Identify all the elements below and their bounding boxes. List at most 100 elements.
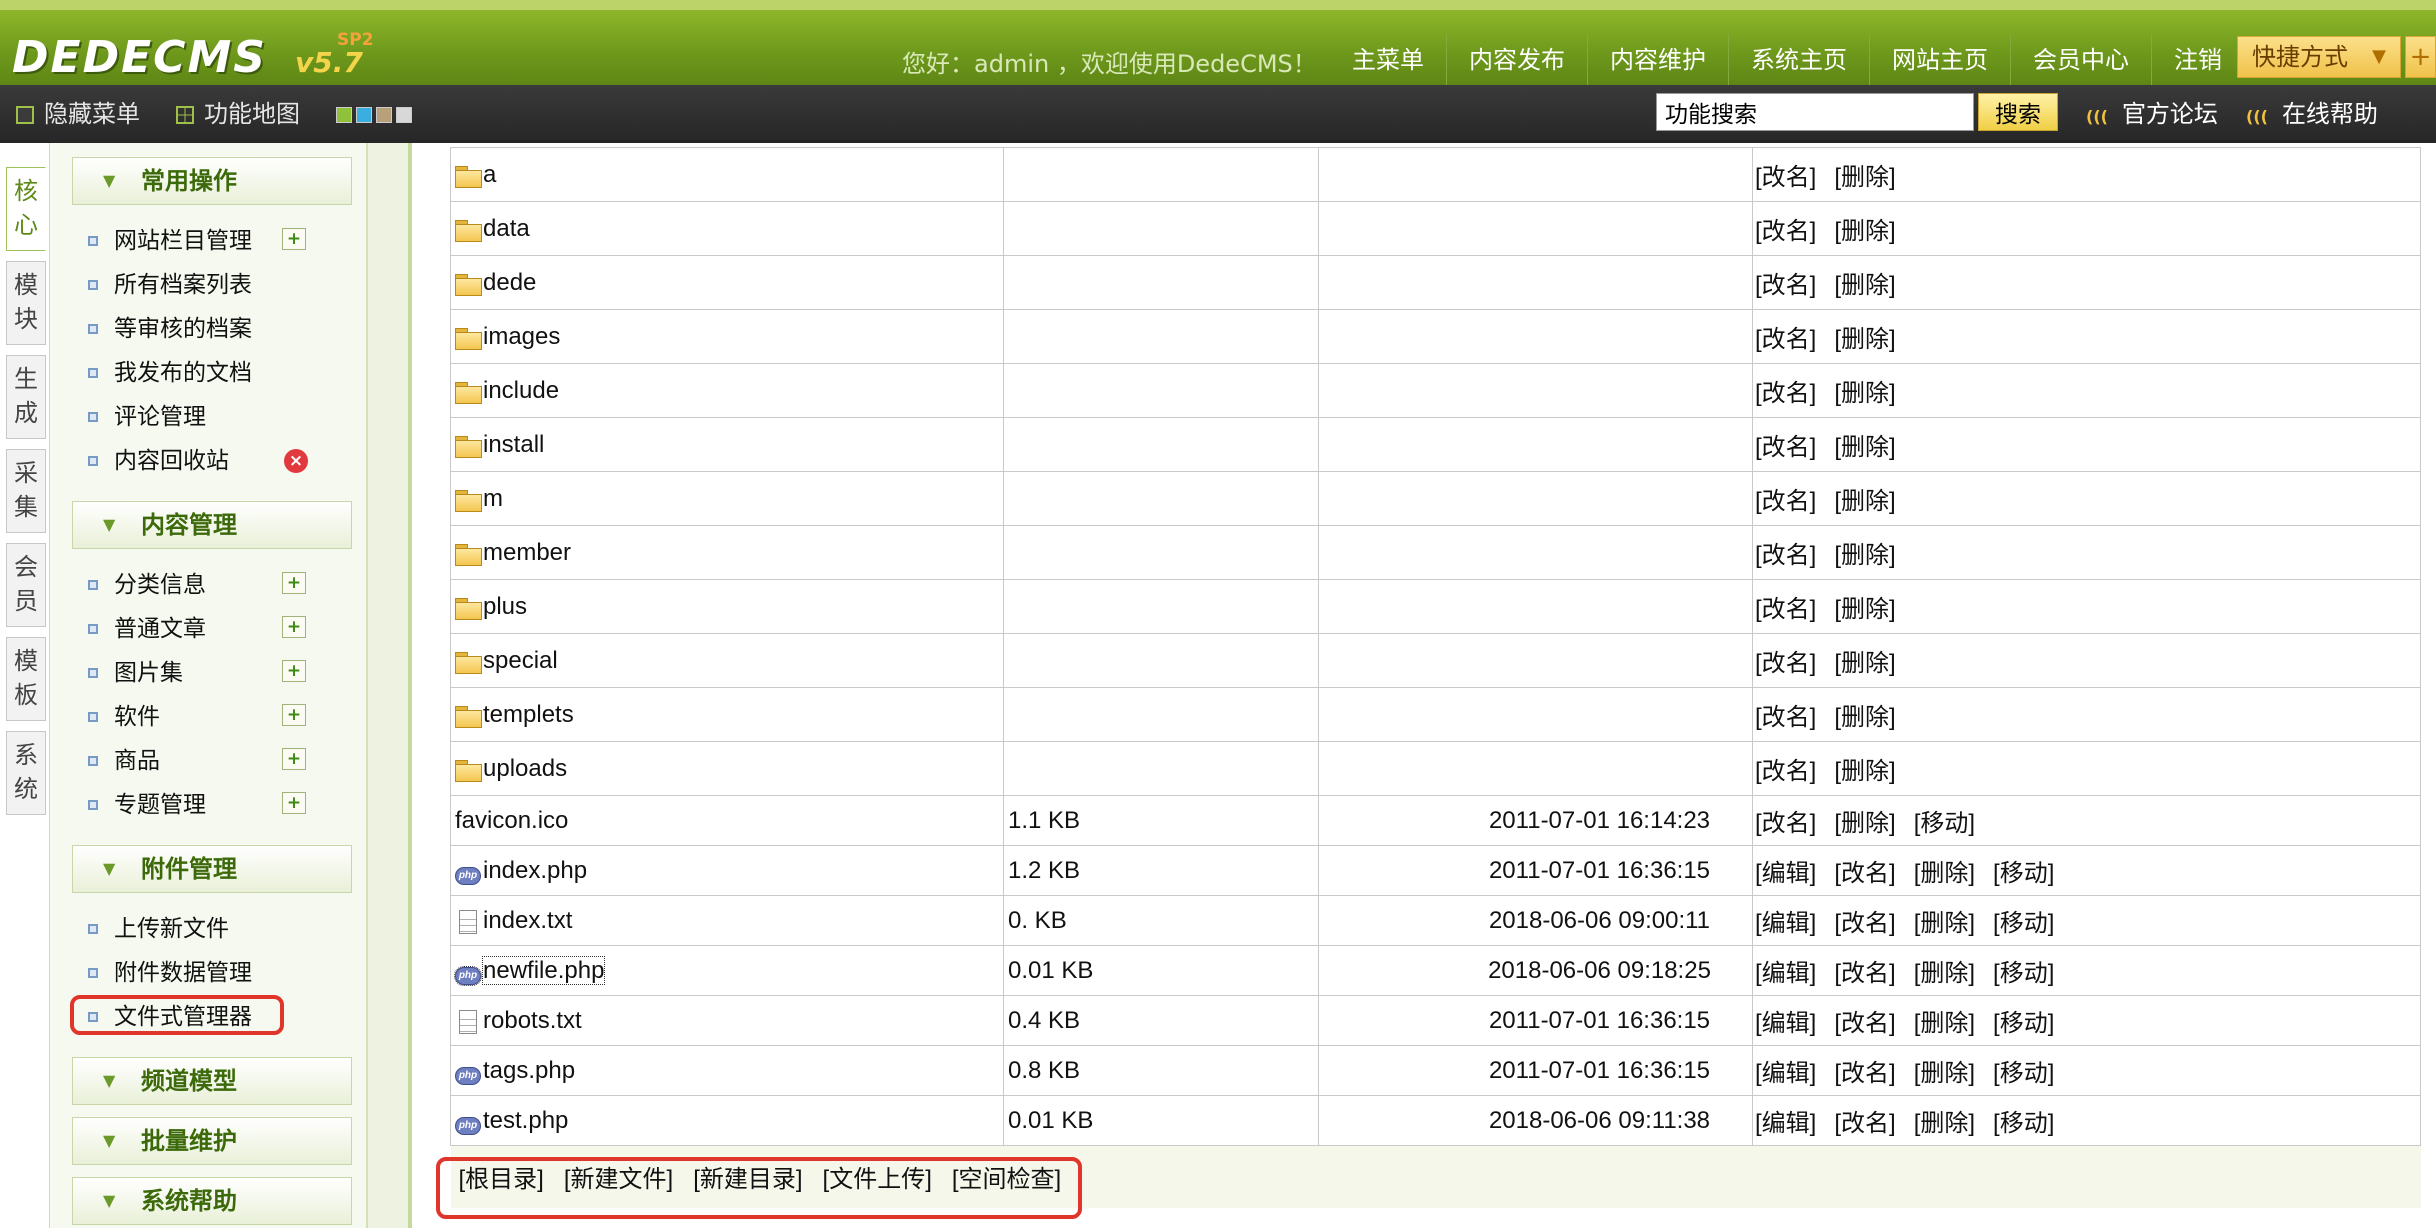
menu-item[interactable]: 普通文章 + <box>88 611 306 647</box>
menu-item[interactable]: 所有档案列表 <box>88 267 252 303</box>
row-action-link[interactable]: [改名] <box>1755 326 1816 353</box>
skin-swatch[interactable] <box>376 107 392 123</box>
module-tab[interactable]: 模块 <box>6 261 46 345</box>
search-input[interactable] <box>1656 93 1974 131</box>
row-action-link[interactable]: [移动] <box>1993 910 2054 937</box>
row-action-link[interactable]: [删除] <box>1834 488 1895 515</box>
module-tab[interactable]: 核心 <box>6 167 46 251</box>
menu-group-header[interactable]: ▼ 系统帮助 <box>72 1177 352 1225</box>
row-action-link[interactable]: [改名] <box>1755 810 1816 837</box>
delete-icon[interactable]: × <box>284 449 308 473</box>
row-action-link[interactable]: [改名] <box>1755 434 1816 461</box>
add-icon[interactable]: + <box>282 572 306 594</box>
row-action-link[interactable]: [编辑] <box>1755 1110 1816 1137</box>
top-nav-item[interactable]: 系统主页 <box>1728 34 1869 86</box>
skin-swatch[interactable] <box>336 107 352 123</box>
quick-add-button[interactable]: + <box>2405 36 2436 78</box>
folder-link[interactable]: include <box>483 377 559 404</box>
row-action-link[interactable]: [改名] <box>1834 1060 1895 1087</box>
add-icon[interactable]: + <box>282 792 306 814</box>
forum-link[interactable]: (((官方论坛 <box>2086 85 2218 143</box>
module-tab[interactable]: 系统 <box>6 731 46 815</box>
row-action-link[interactable]: [改名] <box>1834 860 1895 887</box>
row-action-link[interactable]: [改名] <box>1834 1010 1895 1037</box>
row-action-link[interactable]: [删除] <box>1834 326 1895 353</box>
file-link[interactable]: tags.php <box>483 1057 575 1084</box>
row-action-link[interactable]: [改名] <box>1834 960 1895 987</box>
folder-link[interactable]: templets <box>483 701 574 728</box>
menu-group-header[interactable]: ▼ 批量维护 <box>72 1117 352 1165</box>
menu-group-header[interactable]: ▼ 频道模型 <box>72 1057 352 1105</box>
add-icon[interactable]: + <box>282 228 306 250</box>
folder-link[interactable]: a <box>483 161 496 188</box>
top-nav-item[interactable]: 会员中心 <box>2010 34 2151 86</box>
row-action-link[interactable]: [删除] <box>1834 542 1895 569</box>
file-link[interactable]: test.php <box>483 1107 568 1134</box>
row-action-link[interactable]: [改名] <box>1755 650 1816 677</box>
row-action-link[interactable]: [删除] <box>1914 960 1975 987</box>
menu-item[interactable]: 等审核的档案 <box>88 311 252 347</box>
row-action-link[interactable]: [编辑] <box>1755 860 1816 887</box>
row-action-link[interactable]: [删除] <box>1834 650 1895 677</box>
folder-link[interactable]: install <box>483 431 544 458</box>
menu-item[interactable]: 软件 + <box>88 699 306 735</box>
row-action-link[interactable]: [改名] <box>1755 218 1816 245</box>
module-tab[interactable]: 生成 <box>6 355 46 439</box>
top-nav-item[interactable]: 主菜单 <box>1330 34 1446 86</box>
row-action-link[interactable]: [移动] <box>1993 1060 2054 1087</box>
file-link[interactable]: index.php <box>483 857 587 884</box>
row-action-link[interactable]: [删除] <box>1834 596 1895 623</box>
quick-menu-button[interactable]: 快捷方式 ▼ <box>2237 36 2401 78</box>
menu-item[interactable]: 评论管理 <box>88 399 206 435</box>
row-action-link[interactable]: [改名] <box>1755 758 1816 785</box>
file-link[interactable]: favicon.ico <box>455 807 568 834</box>
menu-item[interactable]: 商品 + <box>88 743 306 779</box>
menu-group-header[interactable]: ▼ 内容管理 <box>72 501 352 549</box>
file-link[interactable]: index.txt <box>483 907 572 934</box>
top-nav-item[interactable]: 网站主页 <box>1869 34 2010 86</box>
row-action-link[interactable]: [改名] <box>1755 380 1816 407</box>
hide-menu-button[interactable]: 隐藏菜单 <box>16 85 140 143</box>
row-action-link[interactable]: [移动] <box>1993 1110 2054 1137</box>
menu-item[interactable]: 上传新文件 <box>88 911 229 947</box>
row-action-link[interactable]: [改名] <box>1755 704 1816 731</box>
folder-link[interactable]: data <box>483 215 530 242</box>
menu-group-header[interactable]: ▼ 常用操作 <box>72 157 352 205</box>
top-nav-item[interactable]: 注销 <box>2151 34 2244 86</box>
folder-link[interactable]: uploads <box>483 755 567 782</box>
folder-link[interactable]: images <box>483 323 560 350</box>
row-action-link[interactable]: [删除] <box>1914 1010 1975 1037</box>
row-action-link[interactable]: [删除] <box>1834 272 1895 299</box>
row-action-link[interactable]: [改名] <box>1834 1110 1895 1137</box>
row-action-link[interactable]: [移动] <box>1914 810 1975 837</box>
menu-item[interactable]: 图片集 + <box>88 655 306 691</box>
row-action-link[interactable]: [改名] <box>1755 488 1816 515</box>
row-action-link[interactable]: [移动] <box>1993 860 2054 887</box>
row-action-link[interactable]: [编辑] <box>1755 1010 1816 1037</box>
menu-item[interactable]: 附件数据管理 <box>88 955 252 991</box>
top-nav-item[interactable]: 内容维护 <box>1587 34 1728 86</box>
folder-link[interactable]: dede <box>483 269 536 296</box>
row-action-link[interactable]: [移动] <box>1993 1010 2054 1037</box>
row-action-link[interactable]: [改名] <box>1755 542 1816 569</box>
menu-item[interactable]: 网站栏目管理 + <box>88 223 306 259</box>
row-action-link[interactable]: [删除] <box>1914 910 1975 937</box>
module-tab[interactable]: 模板 <box>6 637 46 721</box>
row-action-link[interactable]: [删除] <box>1914 860 1975 887</box>
folder-link[interactable]: m <box>483 485 503 512</box>
row-action-link[interactable]: [删除] <box>1914 1110 1975 1137</box>
row-action-link[interactable]: [移动] <box>1993 960 2054 987</box>
splitter[interactable] <box>368 143 408 1228</box>
folder-link[interactable]: plus <box>483 593 527 620</box>
add-icon[interactable]: + <box>282 704 306 726</box>
row-action-link[interactable]: [删除] <box>1834 704 1895 731</box>
add-icon[interactable]: + <box>282 748 306 770</box>
row-action-link[interactable]: [改名] <box>1834 910 1895 937</box>
row-action-link[interactable]: [删除] <box>1834 810 1895 837</box>
module-tab[interactable]: 会员 <box>6 543 46 627</box>
row-action-link[interactable]: [删除] <box>1914 1060 1975 1087</box>
menu-item[interactable]: 专题管理 + <box>88 787 306 823</box>
folder-link[interactable]: member <box>483 539 571 566</box>
help-link[interactable]: (((在线帮助 <box>2246 85 2378 143</box>
row-action-link[interactable]: [编辑] <box>1755 910 1816 937</box>
